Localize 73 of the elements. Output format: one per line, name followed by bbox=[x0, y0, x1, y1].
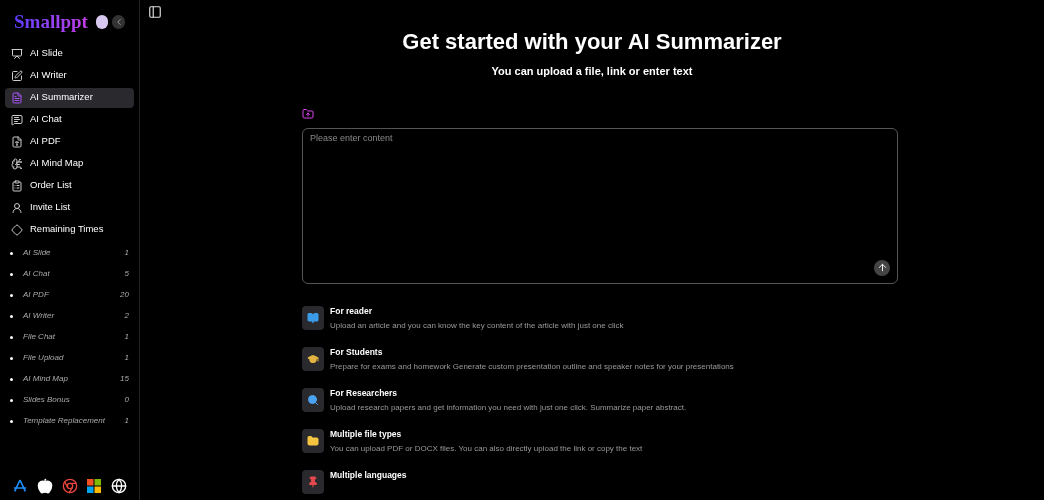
bullet-icon bbox=[10, 293, 13, 297]
search-icon bbox=[307, 393, 319, 406]
page-title: Get started with your AI Summarizer bbox=[402, 28, 782, 56]
bullet-icon bbox=[10, 251, 13, 255]
nav-item[interactable]: AI Mind Map bbox=[5, 153, 134, 174]
feature-description: You can upload PDF or DOCX files. You can also directly upload the link or copy the text bbox=[330, 443, 643, 454]
page-subtitle: You can upload a file, link or enter text bbox=[491, 64, 693, 79]
usage-count: 20 bbox=[120, 289, 129, 301]
content-input[interactable]: Please enter content bbox=[302, 127, 898, 284]
bullet-icon bbox=[10, 377, 13, 381]
slide-icon bbox=[11, 47, 23, 60]
usage-count: 5 bbox=[124, 268, 129, 280]
user-icon bbox=[11, 201, 23, 214]
bullet-icon bbox=[10, 314, 13, 318]
windows-icon[interactable] bbox=[86, 478, 103, 494]
bullet-icon bbox=[10, 356, 13, 360]
usage-label: AI Mind Map bbox=[23, 373, 69, 385]
usage-count: 2 bbox=[124, 310, 129, 322]
usage-label: File Upload bbox=[23, 352, 65, 364]
nav-item[interactable]: Remaining Times bbox=[5, 219, 134, 240]
usage-count: 0 bbox=[124, 394, 129, 406]
arrow-up-icon bbox=[876, 262, 888, 273]
clipboard-icon bbox=[11, 179, 23, 192]
sidebar-toggle-icon[interactable] bbox=[148, 5, 162, 19]
upload-folder-icon[interactable] bbox=[302, 107, 314, 120]
graduation-cap-icon bbox=[307, 352, 319, 365]
brain-icon bbox=[11, 157, 23, 170]
feature-title: Multiple languages bbox=[330, 469, 407, 480]
usage-label: File Chat bbox=[23, 331, 56, 343]
feature-title: For Students bbox=[330, 346, 384, 357]
pen-square-icon bbox=[11, 69, 23, 82]
collapse-button[interactable] bbox=[112, 15, 125, 30]
diamond-icon bbox=[11, 223, 23, 236]
chrome-icon[interactable] bbox=[61, 478, 78, 494]
feature-description: Prepare for exams and homework Generate custom presentation outline and speaker notes for your presentations bbox=[330, 361, 734, 372]
bullet-icon bbox=[10, 419, 13, 423]
usage-label: AI Writer bbox=[23, 310, 56, 322]
pin-icon bbox=[307, 475, 319, 488]
usage-count: 1 bbox=[124, 415, 129, 427]
usage-count: 1 bbox=[124, 331, 129, 343]
book-icon bbox=[307, 311, 319, 324]
usage-label: Template Replacement bbox=[23, 415, 106, 427]
usage-label: AI Slide bbox=[23, 247, 52, 259]
usage-count: 1 bbox=[124, 247, 129, 259]
folder-icon bbox=[307, 434, 319, 447]
document-icon bbox=[11, 135, 23, 148]
feature-title: Multiple file types bbox=[330, 428, 403, 439]
usage-label: AI Chat bbox=[23, 268, 51, 280]
feature-description: Upload research papers and get information you need with just one click. Summarize paper abstract. bbox=[330, 402, 687, 413]
apple-icon[interactable] bbox=[36, 478, 53, 494]
nav-item[interactable]: AI Summarizer bbox=[5, 87, 134, 108]
avatar-icon[interactable] bbox=[95, 15, 109, 30]
nav-item[interactable]: Order List bbox=[5, 175, 134, 196]
nav-item[interactable]: Invite List bbox=[5, 197, 134, 218]
nav-item[interactable]: AI Chat bbox=[5, 109, 134, 130]
chat-icon bbox=[11, 113, 23, 126]
document-icon bbox=[11, 91, 23, 104]
bullet-icon bbox=[10, 398, 13, 402]
usage-label: AI PDF bbox=[23, 289, 50, 301]
nav-item[interactable]: AI Slide bbox=[5, 43, 134, 64]
nav-item[interactable]: AI PDF bbox=[5, 131, 134, 152]
bullet-icon bbox=[10, 335, 13, 339]
feature-title: For Researchers bbox=[330, 387, 399, 398]
feature-title: For reader bbox=[330, 305, 374, 316]
usage-count: 15 bbox=[120, 373, 129, 385]
globe-icon[interactable] bbox=[111, 478, 127, 494]
app-store-icon[interactable] bbox=[12, 478, 28, 494]
feature-description: Upload an article and you can know the key content of the article with just one click bbox=[330, 320, 624, 331]
usage-count: 1 bbox=[124, 352, 129, 364]
usage-label: Slides Bonus bbox=[23, 394, 71, 406]
nav-item[interactable]: AI Writer bbox=[5, 65, 134, 86]
bullet-icon bbox=[10, 272, 13, 276]
send-button[interactable] bbox=[874, 259, 890, 276]
